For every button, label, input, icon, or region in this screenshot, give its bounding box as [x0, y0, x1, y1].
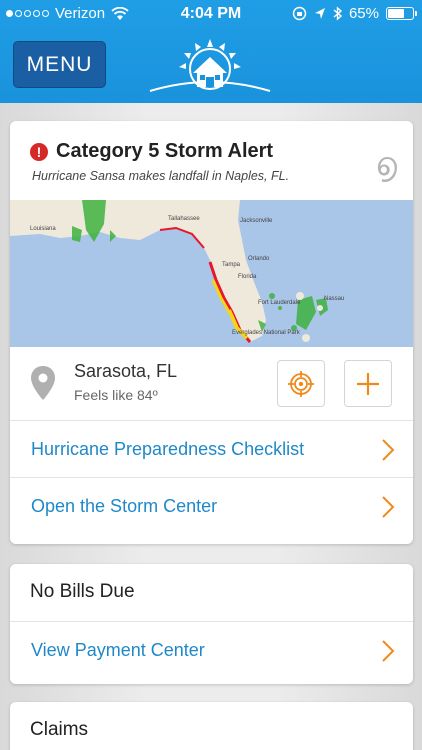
feels-like-temp: Feels like 84º [74, 387, 158, 403]
house-sun-logo [149, 39, 271, 92]
checklist-label: Hurricane Preparedness Checklist [31, 439, 305, 459]
alert-subtitle: Hurricane Sansa makes landfall in Naples… [32, 169, 290, 183]
map-label: Orlando [248, 256, 270, 262]
chevron-right-icon [382, 640, 395, 662]
map-label: Everglades National Park [232, 330, 301, 336]
storm-map[interactable]: Louisiana Tallahassee Jacksonville Orlan… [10, 200, 413, 347]
orientation-lock-icon [292, 6, 307, 21]
map-label: Florida [238, 274, 257, 280]
map-label: Louisiana [30, 226, 56, 232]
menu-button[interactable]: MENU [13, 41, 106, 88]
crosshair-target-icon [288, 370, 314, 397]
preparedness-checklist-link[interactable]: Hurricane Preparedness Checklist [10, 421, 413, 478]
locate-me-button[interactable] [277, 360, 325, 407]
battery-percent: 65% [348, 5, 379, 22]
location-row: Sarasota, FL Feels like 84º [10, 347, 413, 421]
location-city: Sarasota, FL [74, 361, 178, 381]
map-label: Nassau [324, 296, 344, 302]
battery-icon [386, 7, 417, 20]
bluetooth-icon [333, 6, 342, 21]
storm-center-link[interactable]: Open the Storm Center [10, 478, 413, 535]
claims-title: Claims [30, 719, 89, 740]
payment-center-label: View Payment Center [31, 640, 205, 660]
claims-card[interactable]: Claims [10, 702, 413, 750]
storm-alert-card: ! Category 5 Storm Alert Hurricane Sansa… [10, 121, 413, 544]
hurricane-icon: ൭ [375, 145, 397, 183]
map-label: Fort Lauderdale [258, 300, 301, 306]
alert-icon: ! [30, 142, 48, 161]
payment-center-link[interactable]: View Payment Center [10, 622, 413, 679]
map-label: Jacksonville [240, 218, 273, 224]
location-pin-icon [31, 366, 55, 400]
plus-icon [357, 372, 379, 395]
alert-title: Category 5 Storm Alert [56, 140, 274, 162]
storm-center-label: Open the Storm Center [31, 496, 218, 516]
chevron-right-icon [382, 496, 395, 518]
status-bar: Verizon 4:04 PM 65% [0, 0, 422, 28]
bills-title: No Bills Due [30, 581, 135, 602]
add-location-button[interactable] [344, 360, 392, 407]
app-header: Verizon 4:04 PM 65% MENU [0, 0, 422, 103]
map-label: Tallahassee [168, 216, 200, 222]
location-arrow-icon [314, 8, 325, 19]
map-label: Tampa [222, 262, 241, 268]
chevron-right-icon [382, 439, 395, 461]
bills-card: No Bills Due View Payment Center [10, 564, 413, 684]
